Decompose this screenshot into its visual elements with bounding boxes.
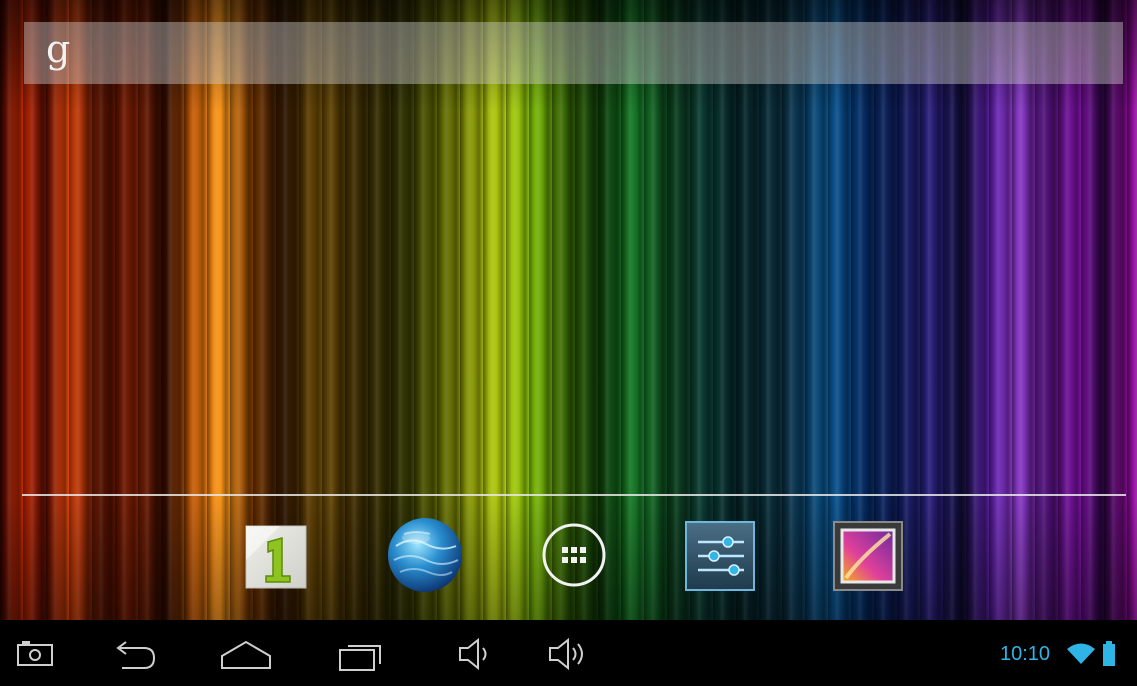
volume-up-icon[interactable] bbox=[546, 634, 592, 674]
1mobile-market-icon[interactable] bbox=[240, 520, 312, 592]
screenshot-icon[interactable] bbox=[16, 634, 56, 674]
volume-down-icon[interactable] bbox=[456, 634, 496, 674]
back-icon[interactable] bbox=[108, 634, 158, 674]
google-logo: g bbox=[46, 27, 71, 71]
recent-apps-icon[interactable] bbox=[336, 634, 388, 674]
browser-globe-icon[interactable] bbox=[386, 516, 464, 594]
home-icon[interactable] bbox=[218, 634, 274, 674]
settings-icon[interactable] bbox=[684, 520, 756, 592]
status-clock: 10:10 bbox=[1000, 643, 1051, 665]
google-search-bar[interactable]: g bbox=[24, 22, 1123, 84]
battery-icon bbox=[1102, 640, 1116, 668]
dock-divider bbox=[22, 494, 1126, 496]
navigation-bar: 10:10 bbox=[0, 620, 1137, 686]
all-apps-icon[interactable] bbox=[541, 522, 607, 588]
gallery-icon[interactable] bbox=[832, 520, 904, 592]
wifi-icon bbox=[1066, 642, 1096, 666]
home-screen: g 10:10 bbox=[0, 0, 1137, 686]
